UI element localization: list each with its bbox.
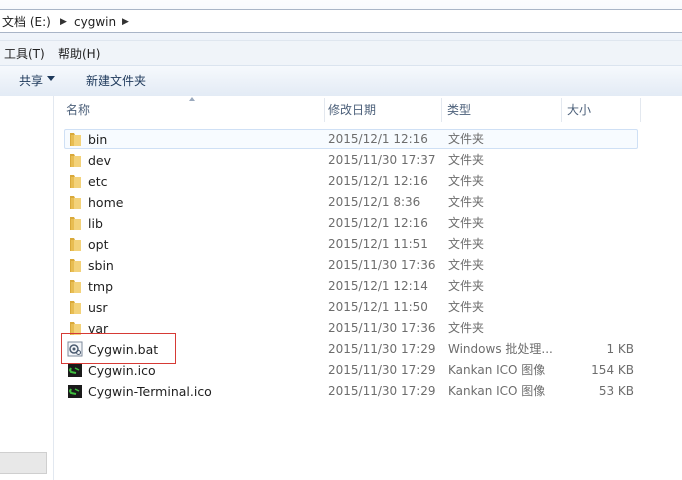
- file-name: Cygwin-Terminal.ico: [88, 384, 212, 399]
- address-bar: 文档 (E:) ▶ cygwin ▶: [0, 0, 682, 40]
- file-date: 2015/12/1 8:36: [328, 195, 421, 209]
- file-name: usr: [88, 300, 108, 315]
- file-type: 文件夹: [448, 216, 485, 230]
- column-date[interactable]: 修改日期: [328, 96, 376, 124]
- share-button[interactable]: 共享: [19, 73, 43, 89]
- file-date: 2015/12/1 12:16: [328, 174, 428, 188]
- file-name: home: [88, 195, 124, 210]
- file-type: 文件夹: [448, 300, 485, 314]
- file-date: 2015/11/30 17:36: [328, 321, 436, 335]
- column-name[interactable]: 名称: [66, 96, 90, 124]
- folder-icon: [67, 257, 83, 273]
- file-row[interactable]: bin 2015/12/1 12:16 文件夹: [54, 129, 682, 150]
- file-name: etc: [88, 174, 108, 189]
- navigation-pane[interactable]: [0, 96, 54, 480]
- file-size: 53 KB: [598, 384, 634, 398]
- column-divider[interactable]: [561, 98, 562, 122]
- file-row[interactable]: Cygwin-Terminal.ico 2015/11/30 17:29 Kanka…: [54, 381, 682, 402]
- folder-icon: [67, 173, 83, 189]
- file-date: 2015/12/1 12:16: [328, 216, 428, 230]
- file-size: 1 KB: [606, 342, 634, 356]
- column-divider[interactable]: [640, 98, 641, 122]
- column-divider[interactable]: [441, 98, 442, 122]
- file-date: 2015/12/1 11:50: [328, 300, 428, 314]
- file-row[interactable]: var 2015/11/30 17:36 文件夹: [54, 318, 682, 339]
- nav-pane-scrollbar[interactable]: [0, 452, 47, 474]
- file-name: sbin: [88, 258, 114, 273]
- chevron-down-icon[interactable]: [47, 76, 55, 81]
- column-headers: 名称 修改日期 类型 大小: [54, 96, 682, 124]
- file-name: bin: [88, 132, 108, 147]
- batch-file-icon: [67, 341, 83, 357]
- file-row[interactable]: dev 2015/11/30 17:37 文件夹: [54, 150, 682, 171]
- new-folder-button[interactable]: 新建文件夹: [86, 73, 146, 89]
- folder-icon: [67, 236, 83, 252]
- file-name: var: [88, 321, 109, 336]
- folder-icon: [67, 320, 83, 336]
- address-box[interactable]: 文档 (E:) ▶ cygwin ▶: [0, 9, 682, 33]
- file-row[interactable]: opt 2015/12/1 11:51 文件夹: [54, 234, 682, 255]
- file-type: 文件夹: [448, 195, 485, 209]
- file-type: Windows 批处理...: [448, 342, 553, 356]
- file-date: 2015/12/1 12:14: [328, 279, 428, 293]
- breadcrumb-drive[interactable]: 文档 (E:): [2, 14, 51, 30]
- file-date: 2015/11/30 17:29: [328, 384, 436, 398]
- file-date: 2015/11/30 17:29: [328, 342, 436, 356]
- file-type: 文件夹: [448, 258, 485, 272]
- column-type[interactable]: 类型: [447, 96, 471, 124]
- file-row[interactable]: sbin 2015/11/30 17:36 文件夹: [54, 255, 682, 276]
- cygwin-icon: [67, 362, 83, 378]
- menu-help[interactable]: 帮助(H): [58, 46, 100, 62]
- file-date: 2015/12/1 12:16: [328, 132, 428, 146]
- command-toolbar: 共享 新建文件夹: [0, 65, 682, 97]
- folder-icon: [67, 152, 83, 168]
- folder-icon: [67, 215, 83, 231]
- file-name: Cygwin.bat: [88, 342, 159, 357]
- file-row[interactable]: usr 2015/12/1 11:50 文件夹: [54, 297, 682, 318]
- file-row[interactable]: tmp 2015/12/1 12:14 文件夹: [54, 276, 682, 297]
- folder-icon: [67, 194, 83, 210]
- file-row[interactable]: Cygwin.bat 2015/11/30 17:29 Windows 批处理...…: [54, 339, 682, 360]
- file-type: 文件夹: [448, 321, 485, 335]
- file-type: 文件夹: [448, 153, 485, 167]
- chevron-right-icon[interactable]: ▶: [60, 14, 67, 30]
- file-type: 文件夹: [448, 279, 485, 293]
- folder-icon: [67, 278, 83, 294]
- chevron-right-icon[interactable]: ▶: [122, 14, 129, 30]
- file-name: Cygwin.ico: [88, 363, 156, 378]
- file-date: 2015/11/30 17:29: [328, 363, 436, 377]
- folder-icon: [67, 299, 83, 315]
- file-row[interactable]: Cygwin.ico 2015/11/30 17:29 Kankan ICO 图像 1…: [54, 360, 682, 381]
- file-row[interactable]: etc 2015/12/1 12:16 文件夹: [54, 171, 682, 192]
- file-type: 文件夹: [448, 237, 485, 251]
- sort-ascending-icon: [189, 97, 195, 101]
- file-type: Kankan ICO 图像: [448, 384, 546, 398]
- menu-bar: 工具(T) 帮助(H): [0, 40, 682, 66]
- file-size: 154 KB: [591, 363, 634, 377]
- folder-icon: [67, 131, 83, 147]
- cygwin-icon: [67, 383, 83, 399]
- file-row[interactable]: lib 2015/12/1 12:16 文件夹: [54, 213, 682, 234]
- file-type: 文件夹: [448, 132, 485, 146]
- breadcrumb-folder[interactable]: cygwin: [74, 14, 116, 30]
- menu-tools[interactable]: 工具(T): [4, 46, 45, 62]
- file-name: tmp: [88, 279, 114, 294]
- file-name: opt: [88, 237, 109, 252]
- column-size[interactable]: 大小: [567, 96, 591, 124]
- file-name: dev: [88, 153, 112, 168]
- file-date: 2015/11/30 17:36: [328, 258, 436, 272]
- file-row[interactable]: home 2015/12/1 8:36 文件夹: [54, 192, 682, 213]
- file-date: 2015/11/30 17:37: [328, 153, 436, 167]
- file-list: 名称 修改日期 类型 大小 bin 2015/12/1 12:16 文件夹 dev 20…: [54, 96, 682, 480]
- file-name: lib: [88, 216, 103, 231]
- file-date: 2015/12/1 11:51: [328, 237, 428, 251]
- file-type: 文件夹: [448, 174, 485, 188]
- file-type: Kankan ICO 图像: [448, 363, 546, 377]
- column-divider[interactable]: [324, 98, 325, 122]
